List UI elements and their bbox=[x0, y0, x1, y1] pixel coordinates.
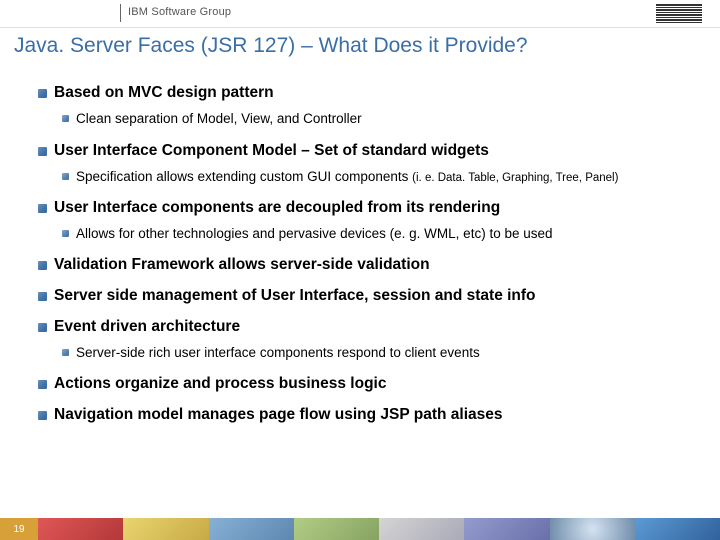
footer-graphic-strip bbox=[38, 518, 720, 540]
bullet-l1: User Interface components are decoupled … bbox=[38, 199, 702, 217]
footer-tile bbox=[550, 518, 635, 540]
footer-tile bbox=[635, 518, 720, 540]
footer-tile bbox=[294, 518, 379, 540]
page-number: 19 bbox=[0, 518, 38, 540]
slide-body: Based on MVC design pattern Clean separa… bbox=[0, 68, 720, 424]
header-group-label: IBM Software Group bbox=[128, 6, 231, 18]
footer-tile bbox=[209, 518, 294, 540]
title-bar: Java. Server Faces (JSR 127) – What Does… bbox=[0, 28, 720, 68]
bullet-l2: Clean separation of Model, View, and Con… bbox=[62, 110, 702, 128]
footer-tile bbox=[38, 518, 123, 540]
footer-tile bbox=[464, 518, 549, 540]
ibm-logo bbox=[656, 4, 702, 23]
bullet-l1: Based on MVC design pattern bbox=[38, 84, 702, 102]
bullet-l2: Specification allows extending custom GU… bbox=[62, 168, 702, 186]
header-divider bbox=[120, 4, 121, 22]
slide-header: IBM Software Group bbox=[0, 0, 720, 28]
slide-title: Java. Server Faces (JSR 127) – What Does… bbox=[14, 34, 706, 58]
footer-tile bbox=[123, 518, 208, 540]
bullet-l1: User Interface Component Model – Set of … bbox=[38, 142, 702, 160]
bullet-l1: Server side management of User Interface… bbox=[38, 287, 702, 305]
bullet-l1: Navigation model manages page flow using… bbox=[38, 406, 702, 424]
bullet-paren: (i. e. Data. Table, Graphing, Tree, Pane… bbox=[412, 172, 618, 184]
footer-tile bbox=[379, 518, 464, 540]
bullet-l1: Validation Framework allows server-side … bbox=[38, 256, 702, 274]
bullet-text: Specification allows extending custom GU… bbox=[76, 169, 412, 184]
slide-footer: 19 bbox=[0, 518, 720, 540]
bullet-l1: Event driven architecture bbox=[38, 318, 702, 336]
bullet-l2: Server-side rich user interface componen… bbox=[62, 344, 702, 362]
bullet-l2: Allows for other technologies and pervas… bbox=[62, 225, 702, 243]
bullet-l1: Actions organize and process business lo… bbox=[38, 375, 702, 393]
